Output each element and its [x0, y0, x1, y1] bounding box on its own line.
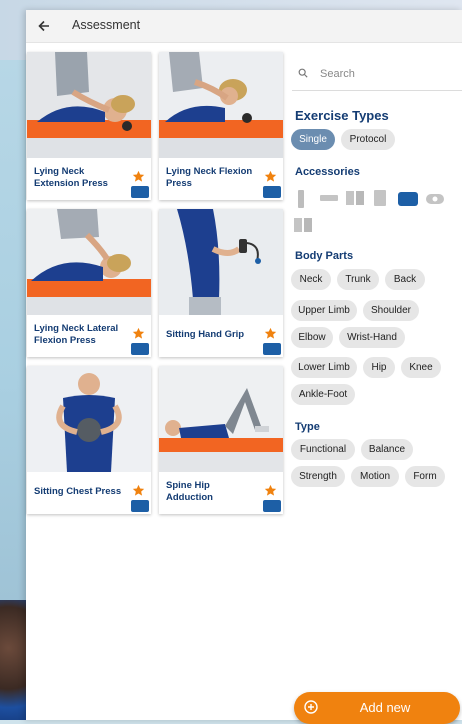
- chip-trunk[interactable]: Trunk: [337, 269, 379, 290]
- chip-motion[interactable]: Motion: [351, 466, 399, 487]
- chip-upper-limb[interactable]: Upper Limb: [291, 300, 357, 321]
- add-new-button[interactable]: Add new: [294, 692, 460, 724]
- background-photo: [0, 600, 28, 720]
- chip-lower-limb[interactable]: Lower Limb: [291, 357, 357, 378]
- chip-ankle-foot[interactable]: Ankle-Foot: [291, 384, 355, 405]
- type-heading: Type: [295, 421, 320, 433]
- exercise-name: Lying Neck Lateral Flexion Press: [34, 323, 119, 346]
- chip-single[interactable]: Single: [291, 129, 335, 150]
- search-bar: [292, 56, 462, 91]
- arrow-left-icon: [38, 20, 49, 32]
- bar-icon[interactable]: [320, 195, 338, 201]
- cushion-icon: [263, 500, 281, 512]
- cushion-icon: [263, 343, 281, 355]
- exercise-thumbnail: [27, 52, 151, 158]
- star-icon[interactable]: [264, 327, 277, 340]
- chip-elbow[interactable]: Elbow: [291, 327, 333, 348]
- assessment-panel: Assessment Lying Neck Extension Press Ly…: [26, 10, 462, 724]
- chip-knee[interactable]: Knee: [401, 357, 441, 378]
- exercise-card[interactable]: Sitting Chest Press: [27, 366, 151, 514]
- exercise-card[interactable]: Lying Neck Extension Press: [27, 52, 151, 200]
- block-icon[interactable]: [346, 191, 364, 205]
- exercise-name: Lying Neck Flexion Press: [166, 166, 253, 189]
- chip-balance[interactable]: Balance: [361, 439, 413, 460]
- chip-neck[interactable]: Neck: [291, 269, 331, 290]
- foam-roller-icon[interactable]: [298, 190, 304, 208]
- exercise-card[interactable]: Spine Hip Adduction: [159, 366, 283, 514]
- chip-form[interactable]: Form: [405, 466, 445, 487]
- exercise-types-heading: Exercise Types: [295, 108, 389, 123]
- cushion-icon: [131, 500, 149, 512]
- star-icon[interactable]: [264, 484, 277, 497]
- exercise-name: Lying Neck Extension Press: [34, 166, 108, 189]
- exercise-thumbnail: [159, 366, 283, 472]
- band-icon[interactable]: [426, 194, 444, 204]
- chip-protocol[interactable]: Protocol: [341, 129, 395, 150]
- cushion-icon: [131, 343, 149, 355]
- exercise-card[interactable]: Lying Neck Flexion Press: [159, 52, 283, 200]
- search-input[interactable]: [318, 65, 462, 83]
- back-button[interactable]: [32, 14, 56, 38]
- body-parts-heading: Body Parts: [295, 250, 354, 262]
- star-icon[interactable]: [132, 327, 145, 340]
- exercise-thumbnail: [159, 52, 283, 158]
- exercise-name: Sitting Hand Grip: [166, 329, 245, 340]
- exercise-card[interactable]: Lying Neck Lateral Flexion Press: [27, 209, 151, 357]
- search-icon: [298, 68, 308, 78]
- chip-functional[interactable]: Functional: [291, 439, 355, 460]
- chip-strength[interactable]: Strength: [291, 466, 345, 487]
- cushion-icon: [263, 186, 281, 198]
- pad-icon[interactable]: [374, 190, 386, 206]
- background-left: [0, 60, 28, 600]
- cushion-icon: [131, 186, 149, 198]
- add-new-label: Add new: [359, 700, 411, 715]
- chip-back[interactable]: Back: [385, 269, 425, 290]
- chip-shoulder[interactable]: Shoulder: [363, 300, 419, 321]
- exercise-thumbnail: [159, 209, 283, 315]
- exercise-thumbnail: [27, 209, 151, 315]
- exercise-thumbnail: [27, 366, 151, 472]
- star-icon[interactable]: [132, 170, 145, 183]
- page-title: Assessment: [72, 18, 141, 32]
- app-bar: Assessment: [26, 10, 462, 43]
- cushion-icon[interactable]: [398, 192, 418, 206]
- star-icon[interactable]: [132, 484, 145, 497]
- star-icon[interactable]: [264, 170, 277, 183]
- accessories-heading: Accessories: [295, 166, 360, 178]
- exercise-name: Sitting Chest Press: [34, 486, 122, 497]
- chip-wrist-hand[interactable]: Wrist-Hand: [339, 327, 405, 348]
- chip-hip[interactable]: Hip: [363, 357, 395, 378]
- exercise-card[interactable]: Sitting Hand Grip: [159, 209, 283, 357]
- mat-icon[interactable]: [294, 218, 312, 232]
- exercise-name: Spine Hip Adduction: [166, 480, 213, 503]
